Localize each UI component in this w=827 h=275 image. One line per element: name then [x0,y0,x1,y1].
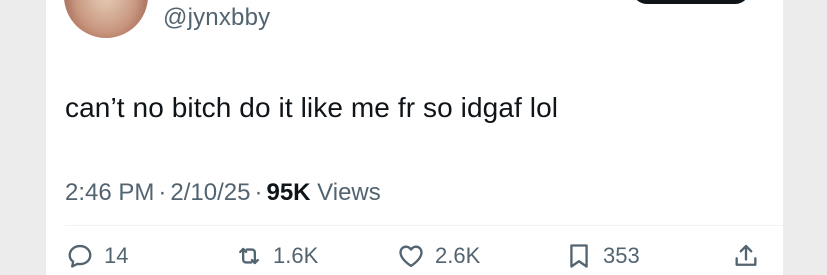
repost-button[interactable]: 1.6K [235,240,318,272]
user-handle[interactable]: @jynxbby [163,4,270,32]
tweet-card: @jynxbby can’t no bitch do it like me fr… [46,0,783,275]
speech-bubble-icon [66,242,94,270]
heart-icon [397,242,425,270]
follow-button[interactable] [632,0,750,4]
views-label: Views [317,179,381,206]
share-button[interactable] [732,240,760,272]
reply-count: 14 [104,243,129,268]
like-button[interactable]: 2.6K [397,240,480,272]
avatar-photo [64,0,148,38]
bookmark-icon [565,242,593,270]
reply-button[interactable]: 14 [66,240,128,272]
repost-count: 1.6K [273,243,319,268]
tweet-meta: 2:46 PM · 2/10/25 · 95K Views [65,179,381,207]
meta-separator: · [158,179,167,206]
share-upload-icon [732,242,760,270]
tweet-time[interactable]: 2:46 PM [65,179,154,206]
avatar[interactable] [64,0,148,38]
like-count: 2.6K [435,243,481,268]
repost-arrows-icon [235,242,263,270]
divider [65,225,783,226]
bookmark-count: 353 [603,243,640,268]
views-count: 95K [266,179,311,206]
bookmark-button[interactable]: 353 [565,240,640,272]
tweet-text: can’t no bitch do it like me fr so idgaf… [65,92,559,123]
tweet-date[interactable]: 2/10/25 [170,179,250,206]
meta-separator: · [254,179,263,206]
